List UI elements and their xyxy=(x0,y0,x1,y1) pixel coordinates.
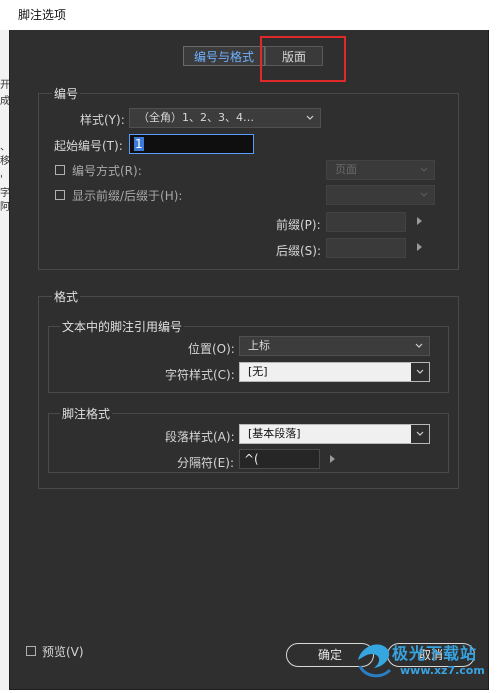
character-style-select[interactable]: [无] xyxy=(239,362,430,382)
reference-number-group-label: 文本中的脚注引用编号 xyxy=(60,318,185,335)
chevron-down-icon xyxy=(411,363,429,381)
separator-label: 分隔符(E): xyxy=(177,456,234,470)
bg-text: ' xyxy=(0,174,3,185)
paragraph-style-label: 段落样式(A): xyxy=(165,430,235,444)
show-prefix-suffix-checkbox[interactable] xyxy=(55,190,65,200)
paragraph-style-select[interactable]: [基本段落] xyxy=(239,424,430,444)
chevron-down-icon xyxy=(413,337,425,355)
show-prefix-suffix-select[interactable] xyxy=(326,185,435,205)
restart-numbering-value: 页面 xyxy=(335,163,357,176)
show-prefix-suffix-label: 显示前缀/后缀于(H): xyxy=(72,189,183,203)
chevron-down-icon xyxy=(418,161,430,179)
style-select[interactable]: （全角）1、2、3、4… xyxy=(129,108,321,128)
restart-numbering-checkbox[interactable] xyxy=(55,165,65,175)
character-style-label: 字符样式(C): xyxy=(165,368,235,382)
preview-checkbox[interactable] xyxy=(26,646,36,656)
chevron-down-icon xyxy=(304,109,316,127)
watermark-text: 极光下载站 xyxy=(392,644,478,663)
suffix-menu-arrow-icon[interactable] xyxy=(417,243,422,251)
chevron-down-icon xyxy=(411,425,429,443)
prefix-menu-arrow-icon[interactable] xyxy=(417,217,422,225)
position-value: 上标 xyxy=(248,339,270,352)
preview-label: 预览(V) xyxy=(42,645,84,659)
restart-numbering-label: 编号方式(R): xyxy=(72,164,142,178)
watermark-url: www.xz7.com xyxy=(400,664,485,677)
position-label: 位置(O): xyxy=(188,342,235,356)
start-number-input[interactable]: 1 xyxy=(129,134,254,154)
dialog-title: 脚注选项 xyxy=(0,0,498,30)
separator-value: ^( xyxy=(244,452,259,466)
paragraph-style-value: [基本段落] xyxy=(248,427,301,440)
chevron-down-icon xyxy=(418,186,430,204)
highlight-annotation xyxy=(260,36,346,82)
site-watermark: 极光下载站 www.xz7.com xyxy=(352,636,498,690)
start-number-label: 起始编号(T): xyxy=(54,139,123,153)
prefix-label: 前缀(P): xyxy=(276,218,321,232)
prefix-input[interactable] xyxy=(326,212,406,232)
character-style-value: [无] xyxy=(248,365,268,378)
suffix-label: 后缀(S): xyxy=(276,244,322,258)
style-label: 样式(Y): xyxy=(80,113,125,127)
numbering-group-label: 编号 xyxy=(52,85,81,102)
format-group-label: 格式 xyxy=(52,288,81,305)
separator-input[interactable]: ^( xyxy=(239,449,320,469)
position-select[interactable]: 上标 xyxy=(239,336,430,356)
style-value: （全角）1、2、3、4… xyxy=(138,111,254,124)
tab-numbering-format[interactable]: 编号与格式 xyxy=(183,46,266,66)
start-number-value: 1 xyxy=(134,137,144,151)
footnote-format-group-label: 脚注格式 xyxy=(60,405,113,422)
suffix-input[interactable] xyxy=(326,238,406,258)
restart-numbering-select[interactable]: 页面 xyxy=(326,160,435,180)
separator-menu-arrow-icon[interactable] xyxy=(330,455,335,463)
